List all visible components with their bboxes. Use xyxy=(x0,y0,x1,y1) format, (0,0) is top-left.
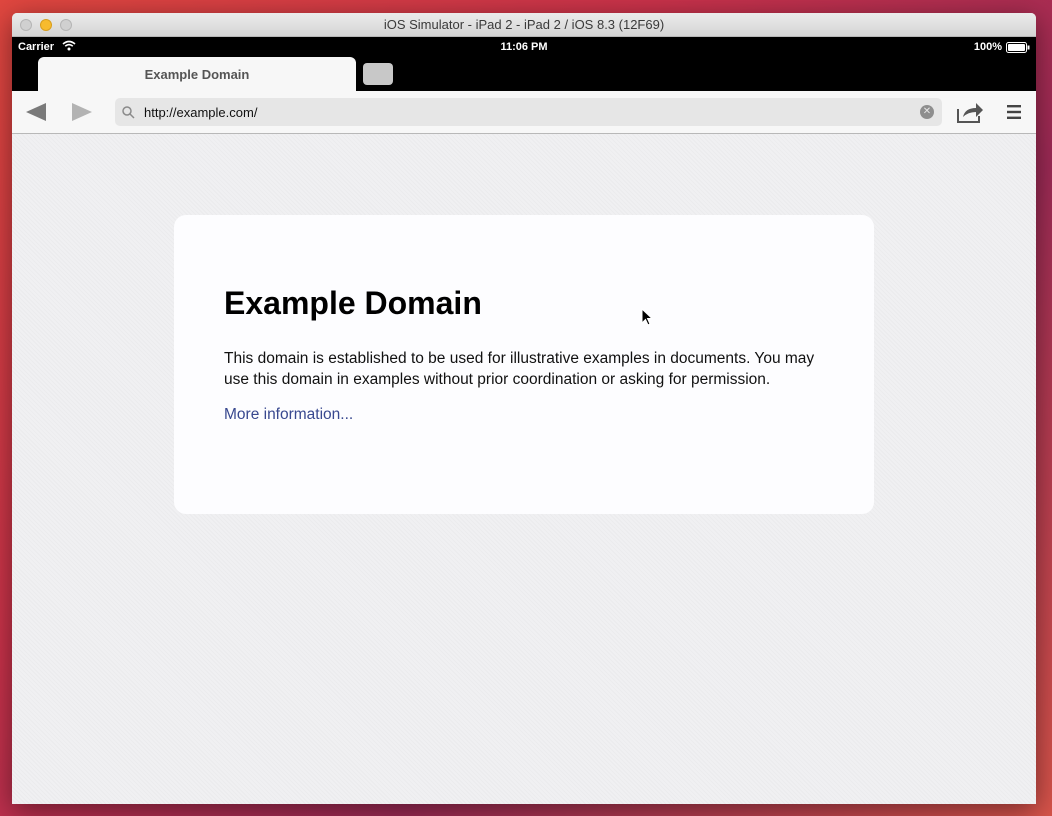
window-titlebar: iOS Simulator - iPad 2 - iPad 2 / iOS 8.… xyxy=(12,13,1036,37)
simulator-window: iOS Simulator - iPad 2 - iPad 2 / iOS 8.… xyxy=(12,13,1036,804)
battery-percentage: 100% xyxy=(973,41,1002,53)
more-information-link[interactable]: More information... xyxy=(224,406,353,424)
menu-button[interactable] xyxy=(1006,104,1022,125)
menu-icon xyxy=(1007,105,1021,119)
clear-icon[interactable]: ✕ xyxy=(920,105,934,119)
forward-button[interactable] xyxy=(70,102,94,122)
tab-example-domain[interactable]: Example Domain xyxy=(38,57,356,91)
cursor-icon xyxy=(641,307,654,331)
share-icon xyxy=(957,103,983,123)
tab-strip: Example Domain xyxy=(12,57,1036,91)
url-text[interactable]: http://example.com/ xyxy=(144,105,257,120)
new-tab-button[interactable] xyxy=(363,63,393,85)
ios-status-bar: Carrier 11:06 PM 100% xyxy=(12,37,1036,57)
search-icon xyxy=(122,106,135,124)
browser-toolbar: http://example.com/ ✕ xyxy=(12,91,1036,134)
address-bar[interactable]: http://example.com/ ✕ xyxy=(115,98,942,126)
forward-arrow-icon xyxy=(72,103,92,121)
content-card: Example Domain This domain is establishe… xyxy=(174,215,874,514)
status-time: 11:06 PM xyxy=(500,41,548,53)
page-heading: Example Domain xyxy=(224,285,482,321)
share-button[interactable] xyxy=(955,100,985,129)
window-title: iOS Simulator - iPad 2 - iPad 2 / iOS 8.… xyxy=(383,17,665,32)
back-arrow-icon xyxy=(26,103,46,121)
web-content: Example Domain This domain is establishe… xyxy=(12,134,1036,804)
back-button[interactable] xyxy=(24,102,48,122)
battery-icon xyxy=(1006,42,1030,56)
page-description: This domain is established to be used fo… xyxy=(224,350,815,388)
